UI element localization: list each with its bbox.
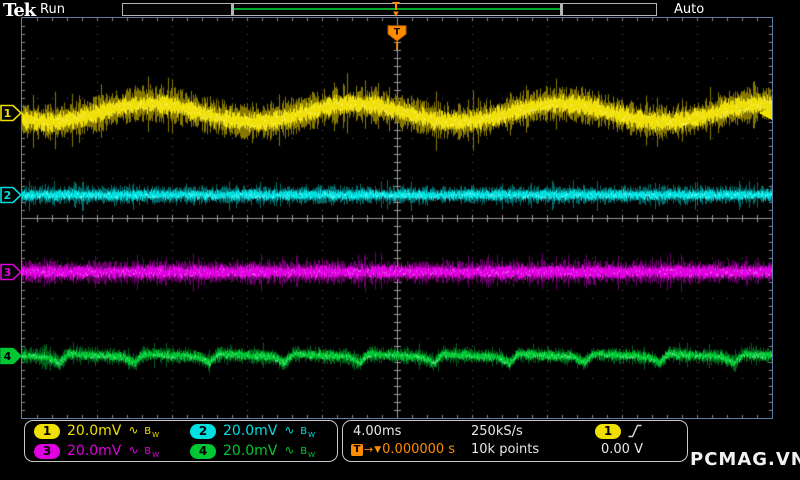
trigger-level[interactable]: 0.00 V [601,442,643,457]
trigger-mode-label: Auto [674,2,705,17]
trigger-flag-t-label: T [394,28,401,38]
channel-4-badge[interactable]: 4 [190,443,216,459]
trigger-flag-tail [396,42,398,50]
channel-1-position-marker[interactable]: 1 [0,104,22,122]
trigger-arrow-icon: → [364,443,374,456]
channel-4-readout[interactable]: 4 20.0mV ∿ BW [181,443,337,459]
record-window-right-bracket[interactable] [560,4,563,15]
channel-readout-box: 1 20.0mV ∿ BW 2 20.0mV ∿ BW 3 20.0mV ∿ B… [24,420,338,462]
trigger-position-time: 0.000000 s [382,442,456,457]
channel-2-marker-label: 2 [4,189,12,202]
trigger-source-badge[interactable]: 1 [595,424,621,439]
trigger-position-arrow-icon: ▼ [393,10,399,18]
channel-1-readout[interactable]: 1 20.0mV ∿ BW [25,423,181,439]
sample-rate: 250kS/s [471,424,523,439]
channel-4-scale: 20.0mV [223,443,278,459]
channel-2-scale: 20.0mV [223,423,278,439]
trigger-position-readout[interactable]: T → ▼ 0.000000 s [351,442,455,457]
channel-1-marker-label: 1 [4,107,12,120]
channel-2-badge[interactable]: 2 [190,423,216,439]
channel-1-bandwidth-icon: B [144,426,153,437]
trigger-level-arrow[interactable] [759,106,772,120]
channel-3-bandwidth-icon: B [144,446,153,457]
acquisition-status: Run [40,2,65,17]
trigger-marker-icon: ▼ [374,444,382,455]
channel-4-ac-coupling-icon: ∿ [284,443,296,457]
channel-1-scale: 20.0mV [67,423,122,439]
channel-4-marker-label: 4 [4,350,12,363]
channel-3-readout[interactable]: 3 20.0mV ∿ BW [25,443,181,459]
horizontal-scale[interactable]: 4.00ms [353,424,401,439]
watermark: PCMAG.VN [690,449,800,470]
channel-3-ac-coupling-icon: ∿ [128,443,140,457]
channel-3-badge[interactable]: 3 [34,443,60,459]
channel-2-bandwidth-icon: B [300,426,309,437]
channel-1-ac-coupling-icon: ∿ [128,423,140,437]
trigger-t-icon: T [351,443,363,456]
oscilloscope-screen: Tek Run Auto T ▼ 1 2 3 4 T 1 20.0mV ∿ BW… [0,0,800,480]
rising-edge-icon [628,424,642,438]
trigger-time-flag[interactable]: T [387,25,407,42]
channel-4-bandwidth-icon: B [300,446,309,457]
channel-4-position-marker[interactable]: 4 [0,347,22,365]
trigger-position-marker[interactable]: T ▼ [388,0,404,19]
channel-2-readout[interactable]: 2 20.0mV ∿ BW [181,423,337,439]
record-length: 10k points [471,442,540,457]
channel-3-scale: 20.0mV [67,443,122,459]
channel-2-position-marker[interactable]: 2 [0,186,22,204]
horizontal-trigger-readout-box: 4.00ms 250kS/s 1 T → ▼ 0.000000 s 10k point… [342,420,688,462]
waveform-display[interactable] [22,18,772,418]
channel-3-marker-label: 3 [4,266,12,279]
channel-2-ac-coupling-icon: ∿ [284,423,296,437]
channel-3-position-marker[interactable]: 3 [0,263,22,281]
channel-1-badge[interactable]: 1 [34,423,60,439]
